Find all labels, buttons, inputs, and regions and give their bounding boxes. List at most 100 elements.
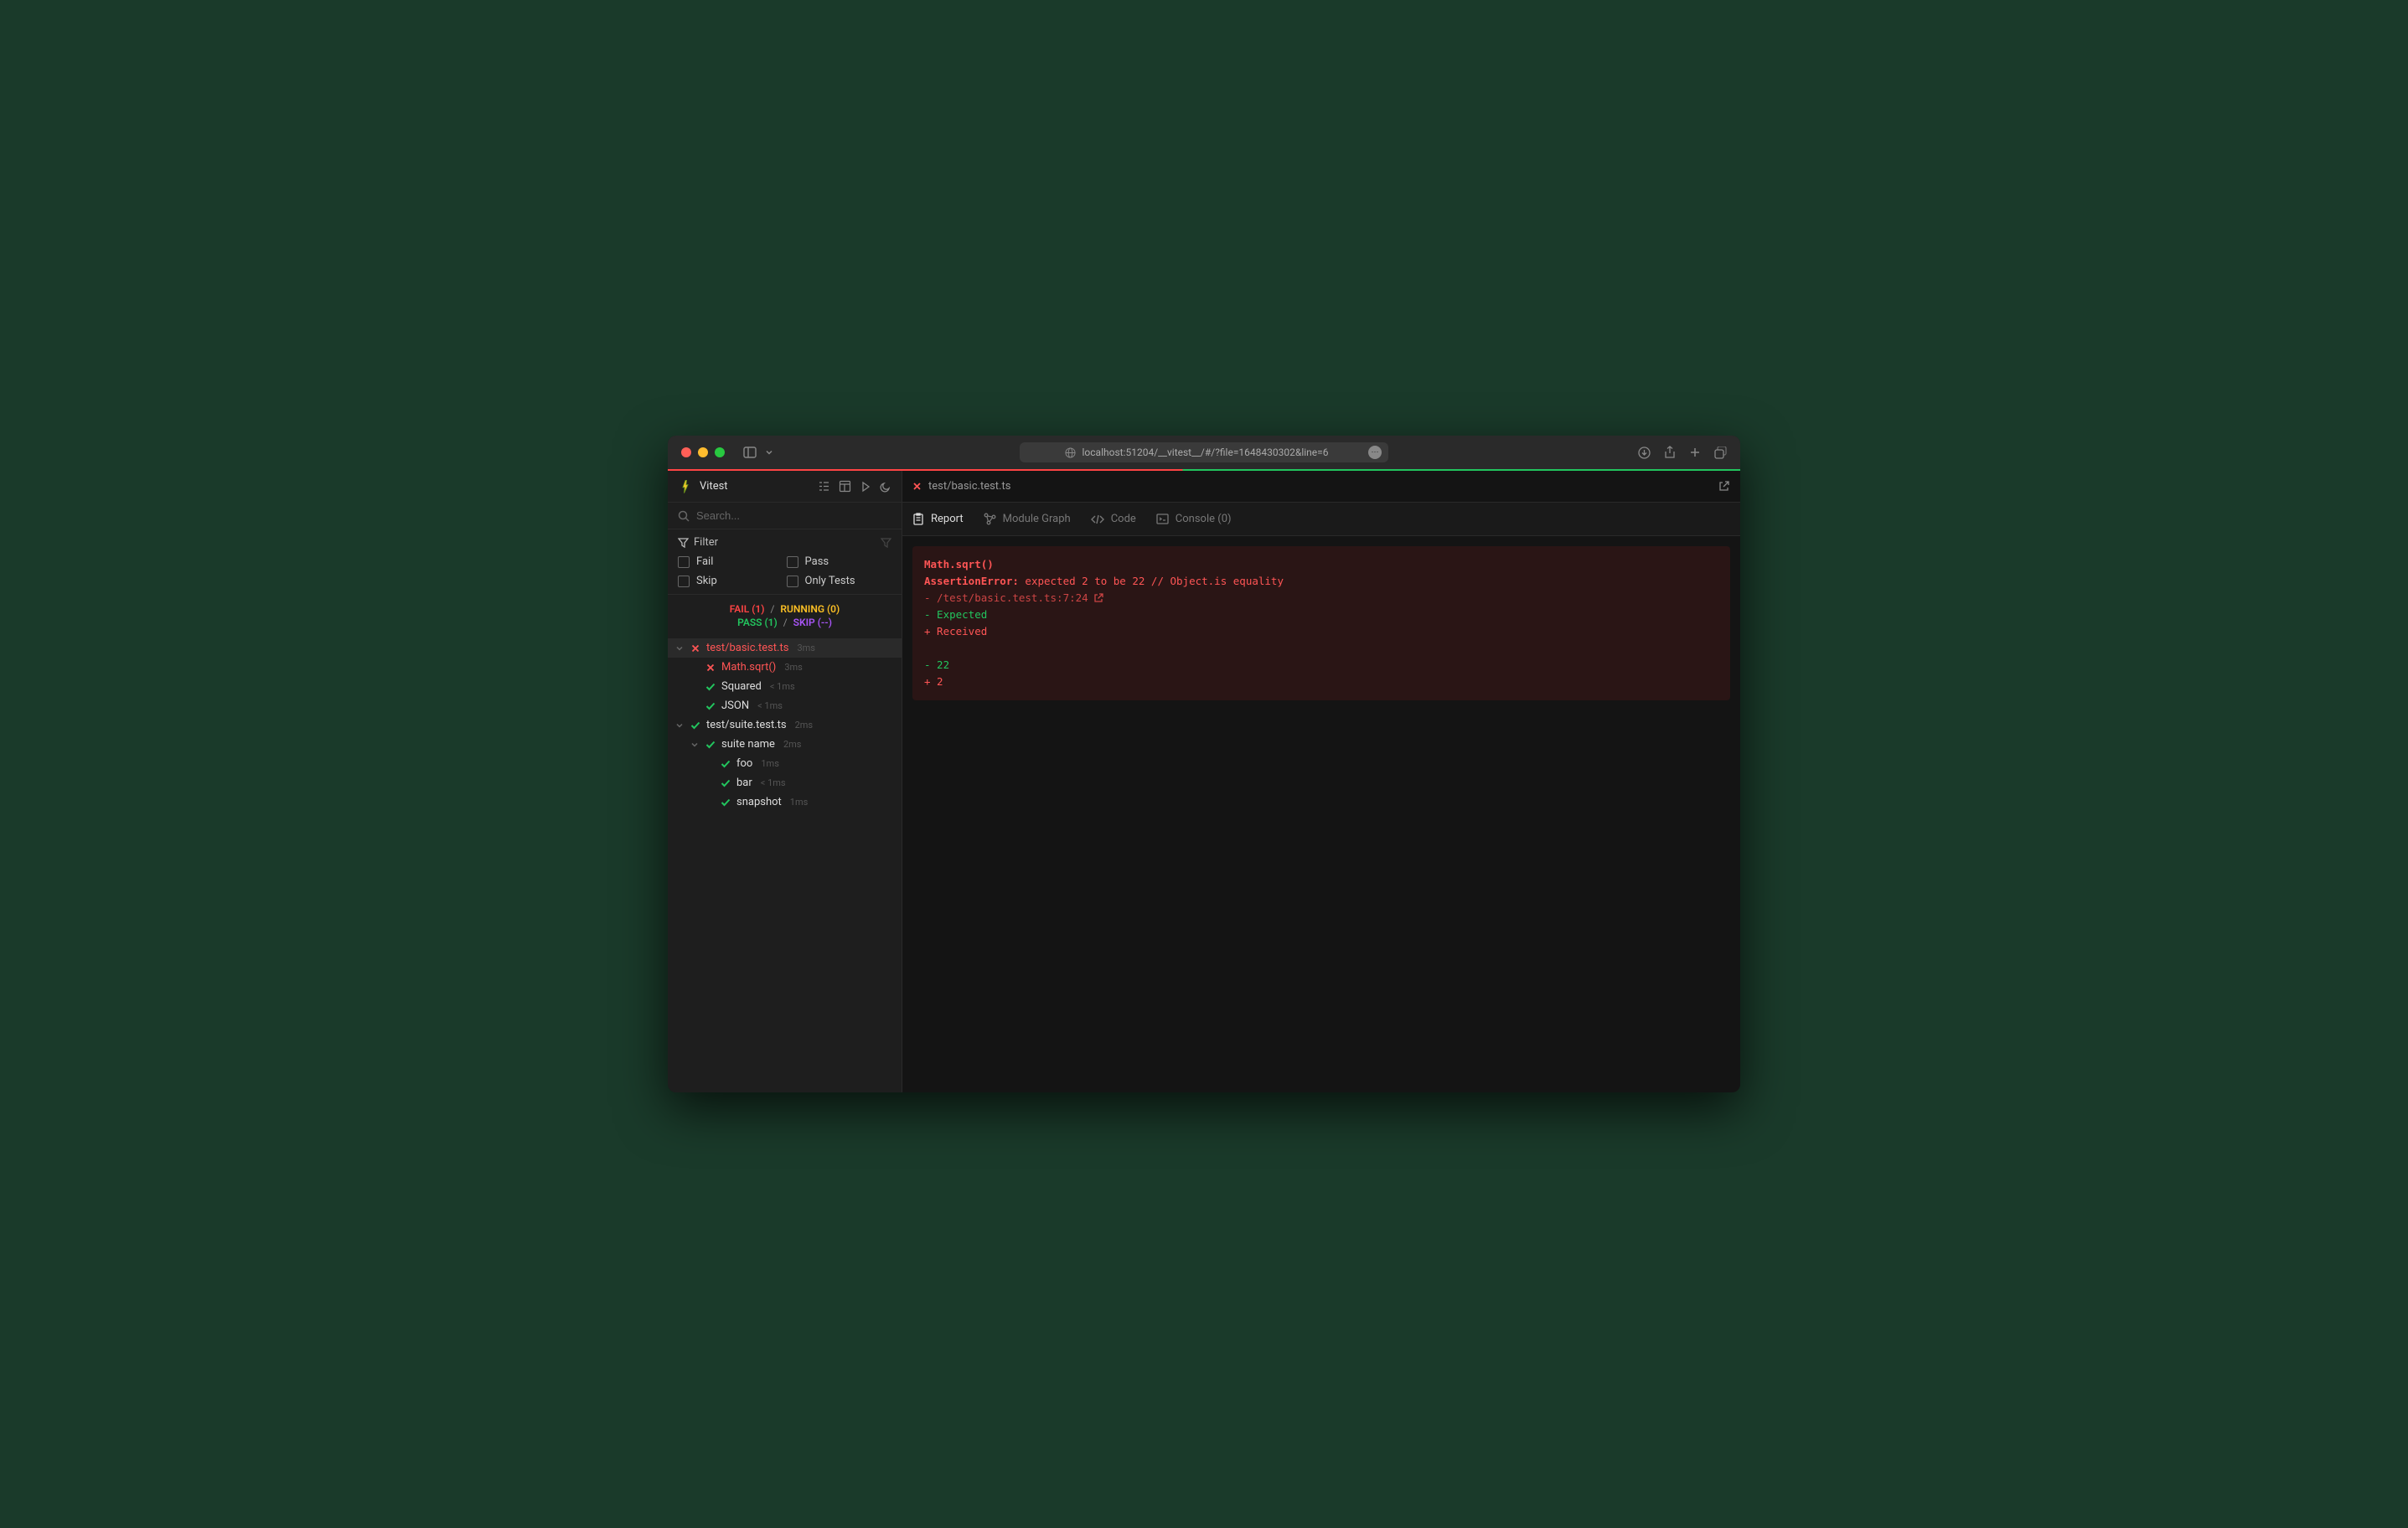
url-text: localhost:51204/__vitest__/#/?file=16484… <box>1083 447 1329 458</box>
tree-item-time: < 1ms <box>770 681 795 692</box>
chevron-down-icon <box>674 644 685 653</box>
moon-icon[interactable] <box>880 480 891 493</box>
app-name: Vitest <box>700 480 728 493</box>
graph-icon <box>984 513 996 525</box>
filter-pass-checkbox[interactable]: Pass <box>787 555 892 568</box>
pass-check-icon <box>720 798 731 807</box>
code-icon <box>1091 514 1104 525</box>
pass-check-icon <box>705 683 716 691</box>
filter-icon <box>678 537 689 548</box>
tree-item[interactable]: JSON< 1ms <box>668 696 902 715</box>
diff-received-value: + 2 <box>924 674 1718 690</box>
tree-item-time: 1ms <box>790 797 809 808</box>
file-tab-label: test/basic.test.ts <box>928 480 1010 493</box>
pass-check-icon <box>720 779 731 787</box>
close-window-button[interactable] <box>681 447 691 457</box>
content-area: Vitest <box>668 471 1740 1092</box>
tree-item-time: < 1ms <box>761 777 786 788</box>
tree-item-time: 2ms <box>795 720 814 730</box>
report-content: Math.sqrt() AssertionError: expected 2 t… <box>902 536 1740 1092</box>
sidebar-toolbar <box>818 480 891 493</box>
error-location[interactable]: - /test/basic.test.ts:7:24 <box>924 590 1718 607</box>
titlebar-right-controls <box>1638 446 1727 459</box>
app-window: localhost:51204/__vitest__/#/?file=16484… <box>668 436 1740 1092</box>
diff-expected-value: - 22 <box>924 657 1718 674</box>
search-row <box>668 503 902 529</box>
tree-item-label: test/basic.test.ts <box>706 642 788 654</box>
error-test-name: Math.sqrt() <box>924 556 1718 573</box>
tree-item[interactable]: foo1ms <box>668 754 902 773</box>
fail-x-icon <box>912 482 922 491</box>
titlebar-left-controls <box>743 447 773 458</box>
tab-module-graph[interactable]: Module Graph <box>984 509 1071 529</box>
filter-label: Filter <box>694 536 718 549</box>
tree-item[interactable]: bar < 1ms <box>668 773 902 792</box>
filter-section: Filter Fail Pass <box>668 529 902 595</box>
pass-check-icon <box>720 760 731 768</box>
console-icon <box>1156 514 1169 524</box>
titlebar: localhost:51204/__vitest__/#/?file=16484… <box>668 436 1740 469</box>
tree-item-label: suite name <box>721 738 775 751</box>
error-message: AssertionError: expected 2 to be 22 // O… <box>924 573 1718 590</box>
tree-item[interactable]: test/suite.test.ts 2ms <box>668 715 902 735</box>
url-menu-icon[interactable]: ⋯ <box>1368 446 1382 459</box>
url-bar[interactable]: localhost:51204/__vitest__/#/?file=16484… <box>1020 442 1388 462</box>
tab-report[interactable]: Report <box>912 509 964 529</box>
run-icon[interactable] <box>860 480 871 493</box>
tab-code[interactable]: Code <box>1091 509 1136 529</box>
logo: Vitest <box>678 479 728 494</box>
tree-item[interactable]: test/basic.test.ts3ms <box>668 638 902 658</box>
tree-item-time: 1ms <box>761 758 779 769</box>
chevron-down-icon[interactable] <box>765 448 773 457</box>
tree-item[interactable]: Squared < 1ms <box>668 677 902 696</box>
filter-fail-checkbox[interactable]: Fail <box>678 555 783 568</box>
pass-check-icon <box>690 721 701 730</box>
error-box: Math.sqrt() AssertionError: expected 2 t… <box>912 546 1730 700</box>
tree-item-time: 2ms <box>783 739 802 750</box>
view-tabs: Report Module Graph Code <box>902 503 1740 536</box>
tree-item[interactable]: suite name 2ms <box>668 735 902 754</box>
fail-x-icon <box>690 644 701 653</box>
filter-onlytests-checkbox[interactable]: Only Tests <box>787 575 892 587</box>
pass-check-icon <box>705 741 716 749</box>
tree-item-label: snapshot <box>736 796 782 808</box>
search-icon <box>678 510 690 522</box>
minimize-window-button[interactable] <box>698 447 708 457</box>
external-link-icon[interactable] <box>1718 480 1730 493</box>
share-icon[interactable] <box>1664 446 1676 459</box>
report-icon <box>912 513 924 525</box>
diff-received-label: + Received <box>924 623 1718 640</box>
tree-item[interactable]: snapshot 1ms <box>668 792 902 812</box>
tabs-icon[interactable] <box>1714 446 1727 459</box>
search-input[interactable] <box>696 509 891 522</box>
tab-console[interactable]: Console (0) <box>1156 509 1232 529</box>
file-tab[interactable]: test/basic.test.ts <box>912 480 1010 493</box>
chevron-down-icon <box>690 741 700 749</box>
sidebar: Vitest <box>668 471 902 1092</box>
tree-item-label: Math.sqrt() <box>721 661 776 674</box>
globe-icon <box>1065 447 1076 458</box>
sidebar-toggle-icon[interactable] <box>743 447 757 458</box>
filter-clear-icon[interactable] <box>881 537 891 548</box>
status-summary: FAIL (1) / RUNNING (0) PASS (1) / SKIP (… <box>668 595 902 638</box>
tree-item-time: 3ms <box>784 662 803 673</box>
main-panel: test/basic.test.ts Report Modu <box>902 471 1740 1092</box>
filter-options: Fail Pass Skip Only Tests <box>678 555 891 587</box>
fail-x-icon <box>705 663 716 672</box>
traffic-lights <box>681 447 725 457</box>
tree-item[interactable]: Math.sqrt() 3ms <box>668 658 902 677</box>
filter-skip-checkbox[interactable]: Skip <box>678 575 783 587</box>
dashboard-icon[interactable] <box>839 480 851 493</box>
sidebar-header: Vitest <box>668 471 902 503</box>
diff-expected-label: - Expected <box>924 607 1718 623</box>
tree-item-label: bar <box>736 777 752 789</box>
test-tree: test/basic.test.ts3ms Math.sqrt() 3ms Squar… <box>668 638 902 1092</box>
list-icon[interactable] <box>818 480 830 493</box>
download-icon[interactable] <box>1638 446 1651 459</box>
tree-item-label: Squared <box>721 680 762 693</box>
maximize-window-button[interactable] <box>715 447 725 457</box>
filter-header: Filter <box>678 536 891 549</box>
vitest-logo-icon <box>678 479 693 494</box>
tree-item-label: test/suite.test.ts <box>706 719 787 731</box>
new-tab-icon[interactable] <box>1689 446 1701 459</box>
